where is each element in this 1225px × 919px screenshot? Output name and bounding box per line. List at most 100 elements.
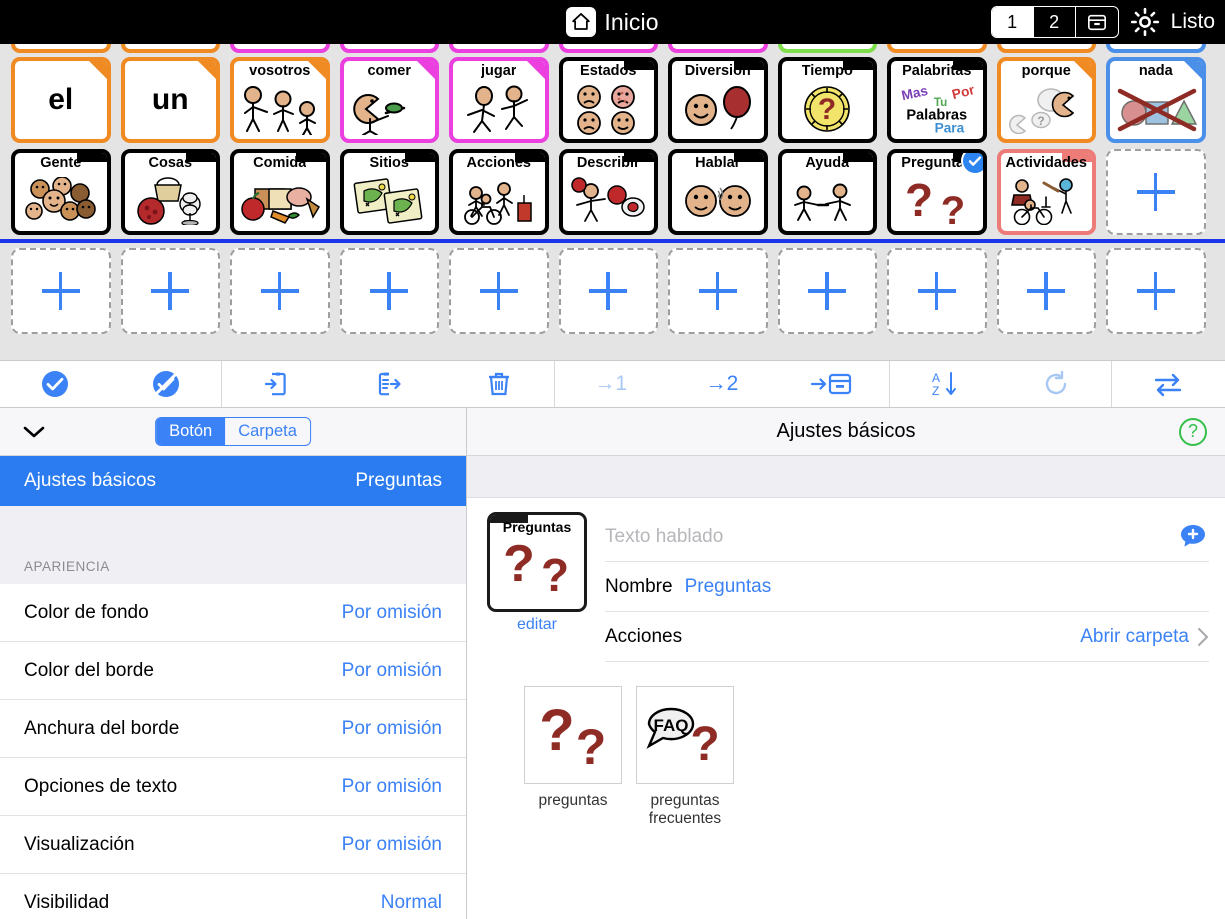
partial-cell[interactable] bbox=[882, 44, 992, 54]
swap-button[interactable] bbox=[1112, 361, 1223, 407]
grid-cell[interactable]: Gente bbox=[6, 146, 116, 238]
folder-palabritas[interactable]: Palabritas Mas Tu Por Palabras Para bbox=[887, 57, 987, 143]
add-button-cell[interactable] bbox=[339, 248, 439, 334]
grid-cell[interactable]: porque ? bbox=[992, 54, 1102, 146]
add-button-cell[interactable] bbox=[1106, 149, 1206, 235]
folder-ayuda[interactable]: Ayuda bbox=[777, 149, 877, 235]
grid-cell[interactable] bbox=[992, 245, 1102, 337]
refresh-button[interactable] bbox=[1001, 361, 1112, 407]
symbol-thumb-preguntas-frecuentes[interactable]: FAQ ? bbox=[636, 686, 734, 784]
grid-cell[interactable]: Palabritas Mas Tu Por Palabras Para bbox=[882, 54, 992, 146]
grid-cell[interactable] bbox=[335, 245, 445, 337]
field-acciones[interactable]: Acciones Abrir carpeta bbox=[605, 612, 1209, 662]
add-button-cell[interactable] bbox=[449, 248, 549, 334]
move-to-page-1-button[interactable]: →1 bbox=[555, 361, 666, 407]
grid-cell[interactable]: Describir bbox=[554, 146, 664, 238]
grid-cell[interactable] bbox=[116, 245, 226, 337]
folder-hablar[interactable]: Hablar bbox=[668, 149, 768, 235]
chevron-down-icon[interactable] bbox=[22, 425, 46, 439]
partial-cell[interactable] bbox=[1101, 44, 1211, 54]
add-button-cell[interactable] bbox=[887, 248, 987, 334]
partial-cell[interactable] bbox=[773, 44, 883, 54]
add-speech-icon[interactable] bbox=[1179, 522, 1209, 552]
grid-cell[interactable]: Comida bbox=[225, 146, 335, 238]
folder-comida[interactable]: Comida bbox=[230, 149, 330, 235]
folder-tiempo[interactable]: Tiempo ? bbox=[777, 57, 877, 143]
grid-cell[interactable]: Acciones bbox=[444, 146, 554, 238]
symbol-result-item[interactable]: FAQ ? preguntas frecuentes bbox=[635, 686, 735, 828]
field-nombre[interactable]: Nombre Preguntas bbox=[605, 562, 1209, 612]
partial-cell[interactable] bbox=[6, 44, 116, 54]
button-porque[interactable]: porque ? bbox=[996, 57, 1096, 143]
folder-actividades[interactable]: Actividades bbox=[996, 149, 1096, 235]
grid-cell[interactable]: jugar bbox=[444, 54, 554, 146]
edit-preview-link[interactable]: editar bbox=[517, 616, 557, 634]
folder-cosas[interactable]: Cosas bbox=[120, 149, 220, 235]
field-spoken-text[interactable]: Texto hablado bbox=[605, 512, 1209, 562]
type-tab-carpeta[interactable]: Carpeta bbox=[225, 418, 310, 445]
grid-cell[interactable]: Preguntas ? ? bbox=[882, 146, 992, 238]
question-circle-icon[interactable]: ? bbox=[1179, 417, 1207, 446]
grid-cell[interactable]: un bbox=[116, 54, 226, 146]
type-segmented-control[interactable]: Botón Carpeta bbox=[155, 417, 311, 446]
delete-button[interactable] bbox=[443, 361, 554, 407]
grid-cell[interactable]: Sitios bbox=[335, 146, 445, 238]
grid-cell[interactable]: Ayuda bbox=[773, 146, 883, 238]
add-button-cell[interactable] bbox=[120, 248, 220, 334]
move-to-archive-button[interactable] bbox=[778, 361, 889, 407]
add-button-cell[interactable] bbox=[230, 248, 330, 334]
grid-cell[interactable] bbox=[773, 245, 883, 337]
partial-cell[interactable] bbox=[663, 44, 773, 54]
button-el[interactable]: el bbox=[11, 57, 111, 143]
deselect-all-button[interactable] bbox=[111, 361, 222, 407]
add-button-cell[interactable] bbox=[11, 248, 111, 334]
folder-describir[interactable]: Describir bbox=[558, 149, 658, 235]
add-button-cell[interactable] bbox=[777, 248, 877, 334]
button-vosotros[interactable]: vosotros bbox=[230, 57, 330, 143]
grid-cell[interactable]: Actividades bbox=[992, 146, 1102, 238]
symbol-result-item[interactable]: ? ? preguntas bbox=[523, 686, 623, 828]
sort-alpha-button[interactable]: A Z bbox=[890, 361, 1001, 407]
add-button-cell[interactable] bbox=[1106, 248, 1206, 334]
setting-row-opciones-de-texto[interactable]: Opciones de texto Por omisión bbox=[0, 758, 466, 816]
grid-cell[interactable]: Hablar bbox=[663, 146, 773, 238]
partial-cell[interactable] bbox=[444, 44, 554, 54]
grid-cell[interactable]: vosotros bbox=[225, 54, 335, 146]
folder-gente[interactable]: Gente bbox=[11, 149, 111, 235]
folder-estados[interactable]: Estados bbox=[558, 57, 658, 143]
paste-into-button[interactable] bbox=[222, 361, 333, 407]
nombre-value[interactable]: Preguntas bbox=[685, 576, 772, 598]
select-all-button[interactable] bbox=[0, 361, 111, 407]
grid-cell[interactable]: Diversión bbox=[663, 54, 773, 146]
archive-tab[interactable] bbox=[1076, 7, 1118, 37]
page-segmented-control[interactable]: 1 2 bbox=[990, 6, 1119, 38]
setting-row-visualizacion[interactable]: Visualización Por omisión bbox=[0, 816, 466, 874]
acciones-right[interactable]: Abrir carpeta bbox=[1080, 626, 1209, 648]
settings-selected-row[interactable]: Ajustes básicos Preguntas bbox=[0, 456, 466, 506]
grid-cell[interactable]: Tiempo ? bbox=[773, 54, 883, 146]
folder-acciones[interactable]: Acciones bbox=[449, 149, 549, 235]
grid-cell[interactable]: nada bbox=[1101, 54, 1211, 146]
grid-cell[interactable] bbox=[554, 245, 664, 337]
grid-cell[interactable] bbox=[663, 245, 773, 337]
grid-cell[interactable]: Estados bbox=[554, 54, 664, 146]
setting-row-anchura-del-borde[interactable]: Anchura del borde Por omisión bbox=[0, 700, 466, 758]
add-button-cell[interactable] bbox=[996, 248, 1096, 334]
page-tab-2[interactable]: 2 bbox=[1034, 7, 1076, 37]
grid-cell[interactable] bbox=[882, 245, 992, 337]
button-un[interactable]: un bbox=[120, 57, 220, 143]
partial-cell[interactable] bbox=[992, 44, 1102, 54]
partial-cell[interactable] bbox=[335, 44, 445, 54]
grid-cell[interactable] bbox=[225, 245, 335, 337]
move-to-page-2-button[interactable]: →2 bbox=[666, 361, 777, 407]
folder-preguntas[interactable]: Preguntas ? ? bbox=[887, 149, 987, 235]
type-tab-boton[interactable]: Botón bbox=[156, 418, 226, 445]
setting-row-visibilidad[interactable]: Visibilidad Normal bbox=[0, 874, 466, 919]
setting-row-color-del-borde[interactable]: Color del borde Por omisión bbox=[0, 642, 466, 700]
partial-cell[interactable] bbox=[225, 44, 335, 54]
add-button-cell[interactable] bbox=[668, 248, 768, 334]
button-nada[interactable]: nada bbox=[1106, 57, 1206, 143]
grid-cell[interactable] bbox=[444, 245, 554, 337]
gear-icon[interactable] bbox=[1128, 5, 1162, 39]
grid-cell[interactable]: comer bbox=[335, 54, 445, 146]
